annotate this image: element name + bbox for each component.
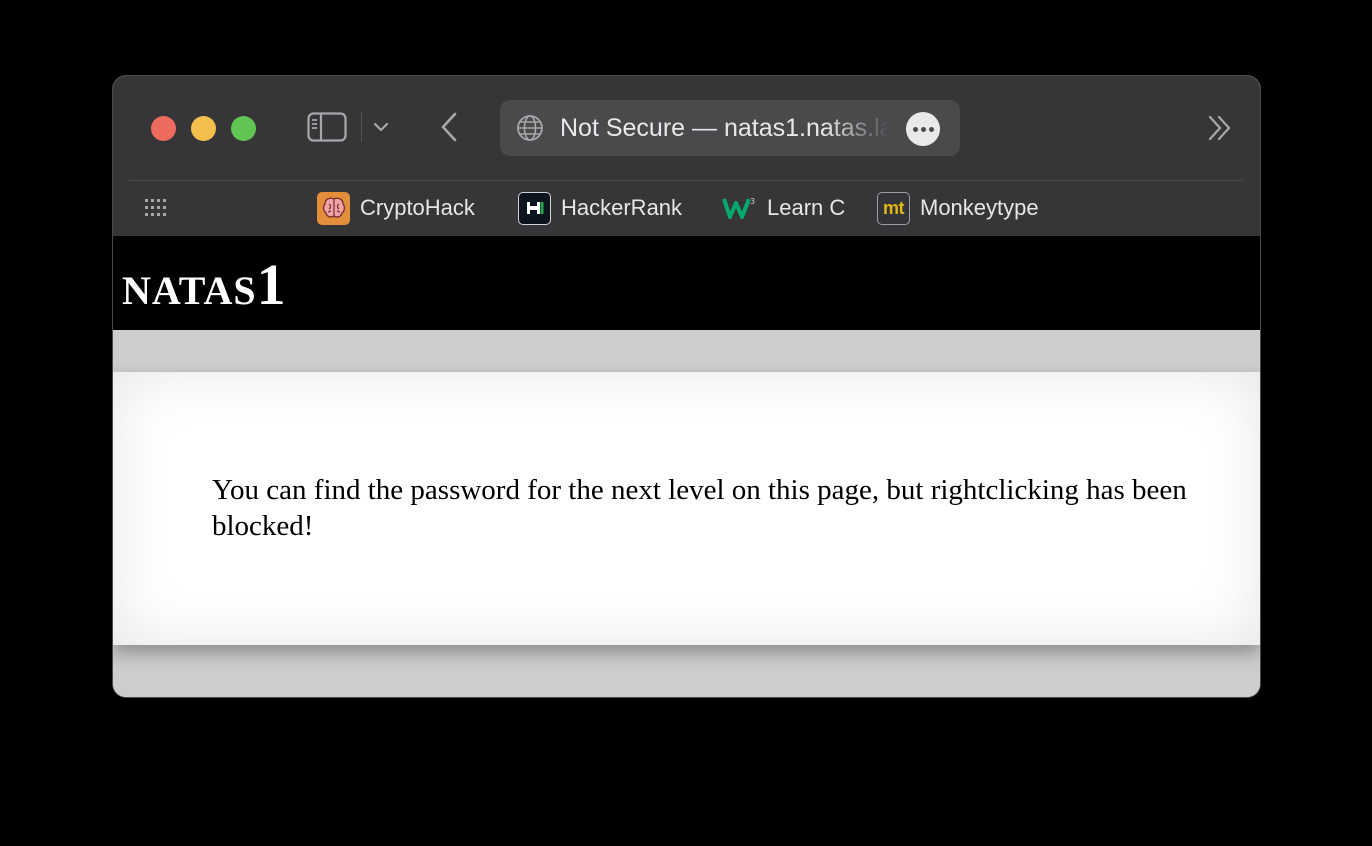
page-title-number: 1	[256, 252, 287, 317]
bookmark-label: CryptoHack	[360, 195, 475, 220]
maximize-window-button[interactable]	[231, 116, 256, 141]
svg-text:3: 3	[750, 197, 755, 206]
browser-toolbar: Not Secure — natas1.natas.labs.overthewi…	[113, 76, 1260, 236]
minimize-window-button[interactable]	[191, 116, 216, 141]
natas-header: NATAS1	[113, 236, 1260, 330]
bookmark-label: HackerRank	[561, 195, 683, 220]
back-button[interactable]	[437, 110, 461, 144]
more-dot	[920, 126, 926, 132]
browser-window: Not Secure — natas1.natas.labs.overthewi…	[113, 76, 1260, 697]
double-chevron-right-icon	[1208, 115, 1231, 141]
bookmark-learn-c[interactable]: 3 Learn C	[721, 191, 845, 225]
page-title-text: NATAS	[122, 268, 257, 313]
bookmark-label: Learn C	[767, 195, 846, 220]
page-content: NATAS1 You can find the password for the…	[113, 236, 1260, 697]
chevron-left-icon	[441, 112, 457, 142]
bookmark-label: Monkeytype	[920, 195, 1039, 220]
address-bar[interactable]: Not Secure — natas1.natas.labs.overthewi…	[500, 100, 960, 156]
brain-icon	[317, 191, 350, 225]
content-box: You can find the password for the next l…	[113, 372, 1260, 645]
bookmark-cryptohack[interactable]: CryptoHack	[317, 191, 475, 225]
w3schools-logo-icon: 3	[721, 192, 757, 225]
url-text[interactable]: Not Secure — natas1.natas.labs.overthewi…	[560, 114, 890, 142]
toolbar-separator	[361, 112, 362, 142]
more-dot	[928, 126, 934, 132]
more-dot	[912, 126, 918, 132]
toolbar-divider	[129, 180, 1243, 181]
globe-icon	[517, 115, 543, 141]
grid-icon	[145, 199, 166, 216]
page-title: NATAS1	[122, 256, 287, 320]
close-window-button[interactable]	[151, 116, 176, 141]
hackerrank-logo-icon	[518, 191, 551, 225]
chevron-down-icon	[373, 122, 389, 132]
page-menu-button[interactable]	[906, 112, 940, 146]
monkeytype-logo-icon: mt	[877, 191, 910, 225]
toolbar-overflow-button[interactable]	[1205, 112, 1235, 144]
sidebar-icon	[307, 112, 347, 142]
sidebar-toggle-button[interactable]	[307, 112, 347, 142]
tab-groups-menu-button[interactable]	[371, 116, 391, 138]
content-message: You can find the password for the next l…	[212, 474, 1187, 542]
bookmark-hackerrank[interactable]: HackerRank	[518, 191, 682, 225]
bookmark-monkeytype[interactable]: mt Monkeytype	[877, 191, 1039, 225]
show-all-bookmarks-button[interactable]	[143, 196, 171, 220]
